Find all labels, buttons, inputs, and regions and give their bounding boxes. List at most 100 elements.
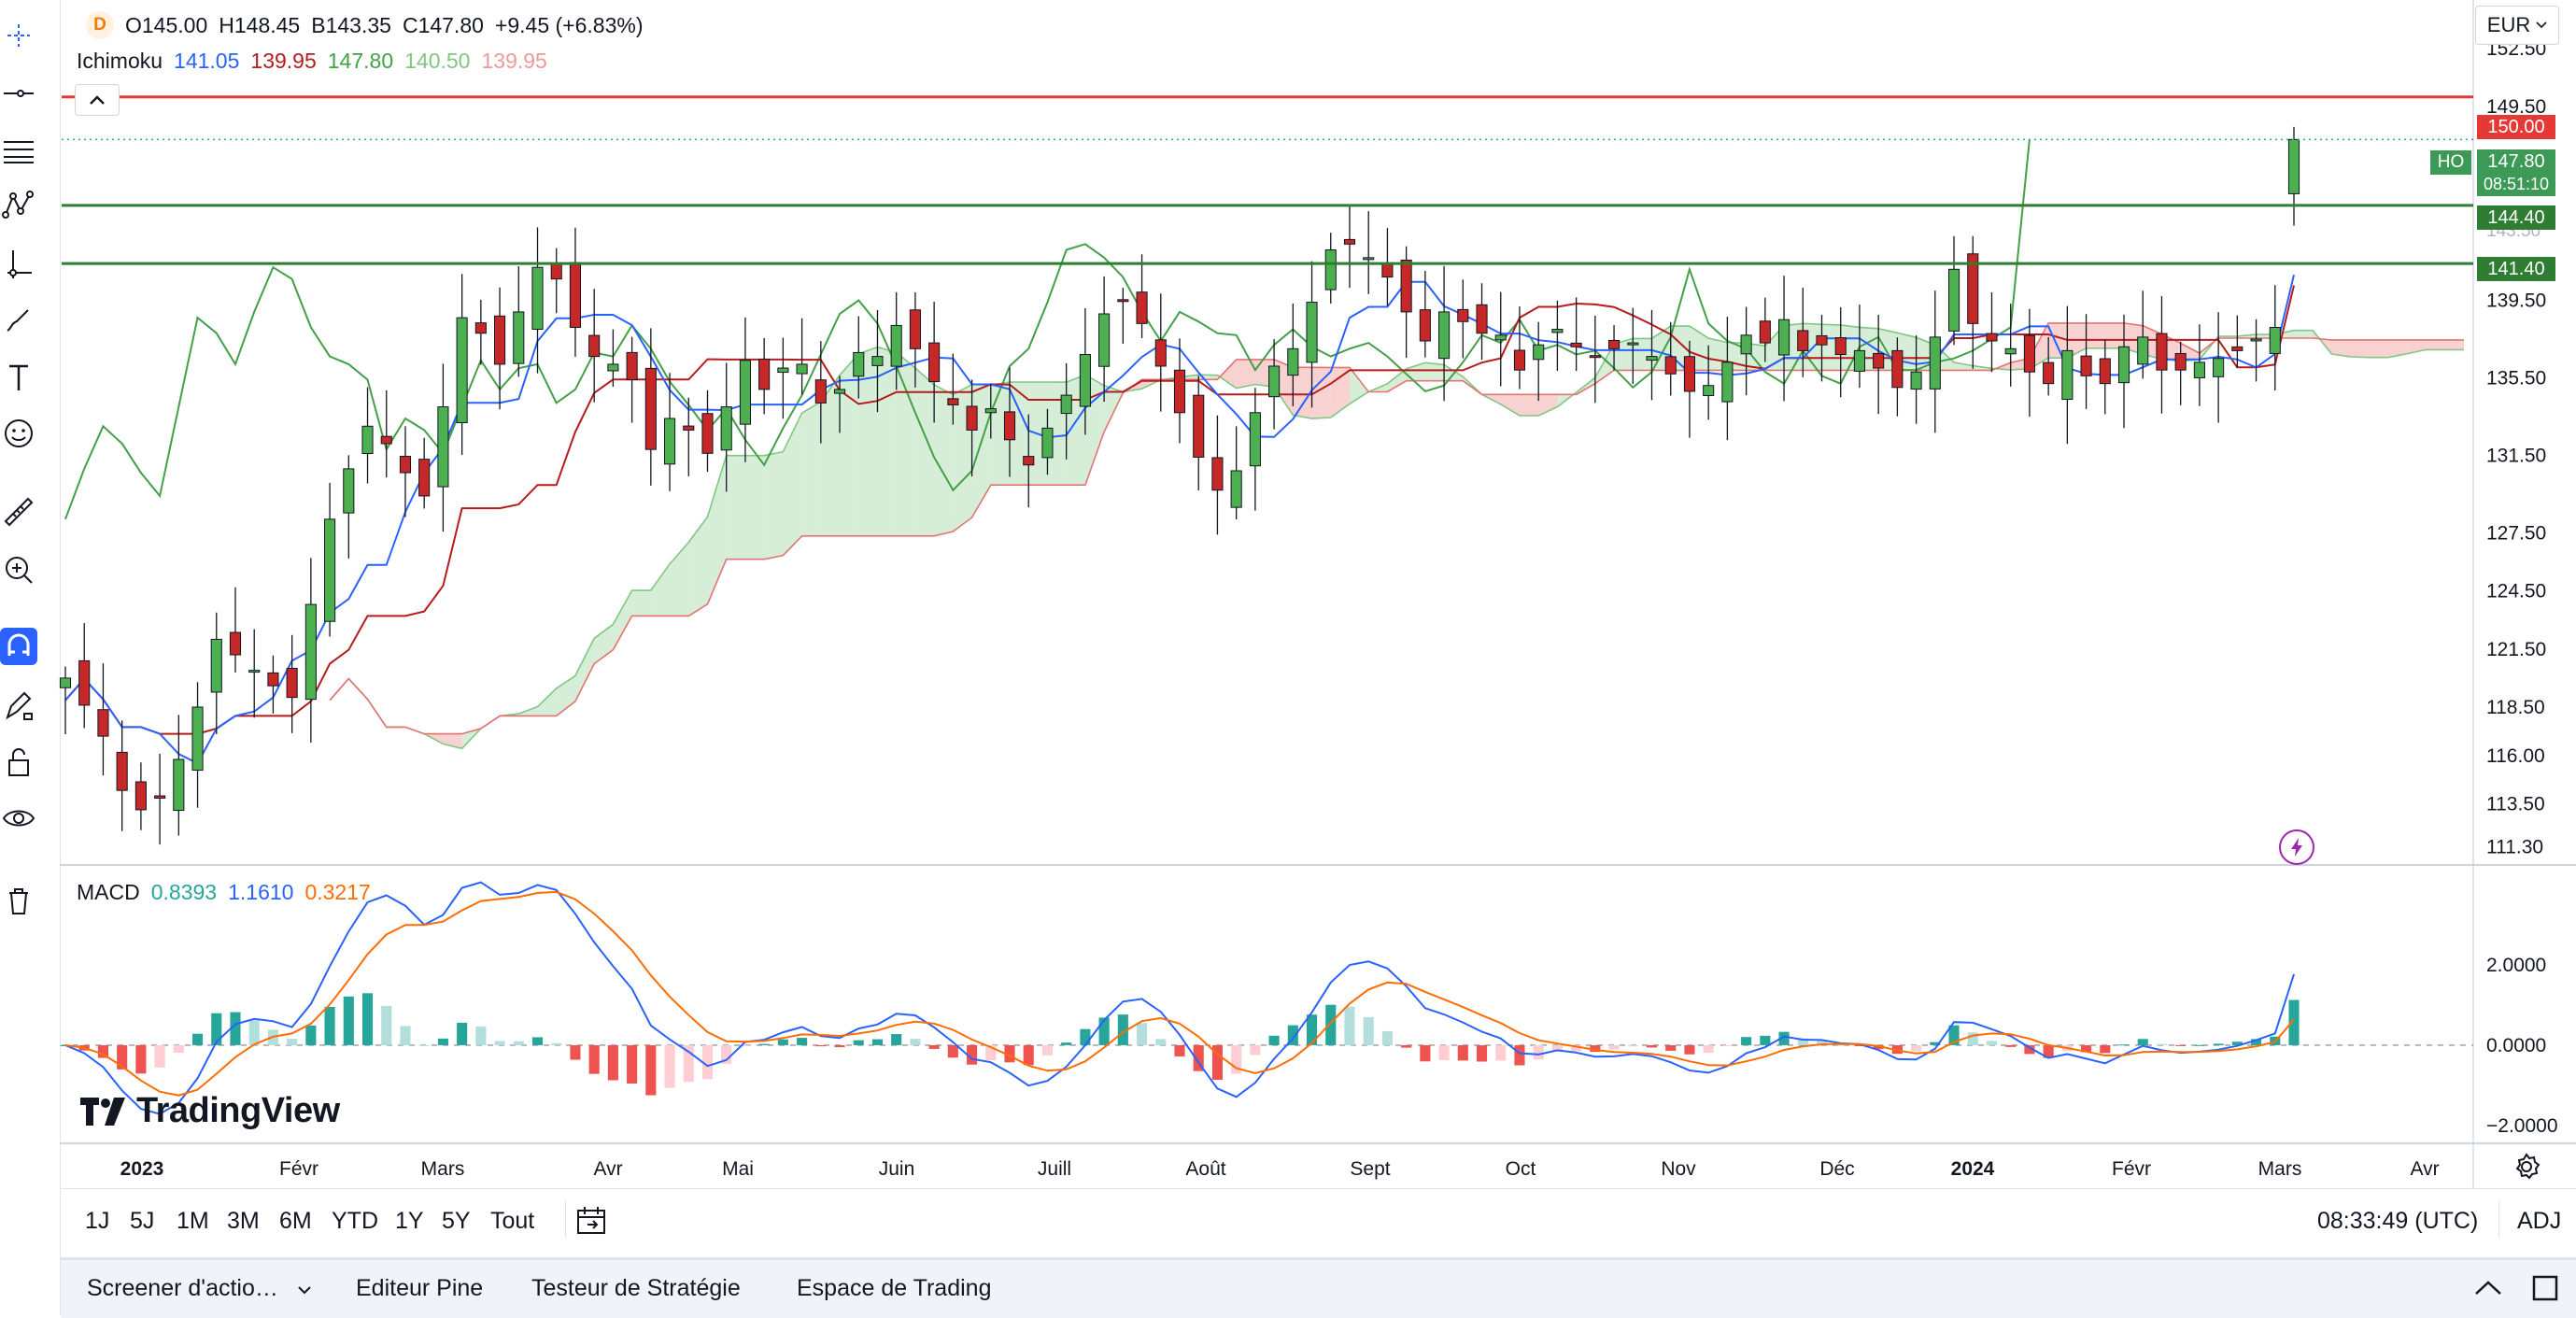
candlesticks	[59, 126, 2300, 845]
adj-button[interactable]: ADJ	[2517, 1208, 2561, 1235]
price-tick-label: 118.50	[2486, 697, 2545, 718]
macd-histogram-bar	[1684, 1044, 1695, 1055]
range-1y-button[interactable]: 1Y	[395, 1208, 424, 1235]
horizontal-levels[interactable]	[62, 95, 2473, 265]
candle-up	[1721, 361, 1734, 403]
candle-down	[1589, 355, 1601, 359]
range-6m-button[interactable]: 6M	[279, 1208, 312, 1235]
candle-down	[626, 351, 638, 381]
ichimoku-lines	[64, 139, 2464, 765]
candle-up	[833, 389, 846, 394]
candle-down	[116, 751, 128, 791]
candle-up	[1438, 311, 1451, 360]
candle-up	[1853, 349, 1865, 372]
candle-down	[1381, 263, 1394, 278]
candle-down	[1173, 369, 1186, 414]
candle-up	[1041, 427, 1054, 459]
macd-histogram-bar	[400, 1026, 411, 1045]
flash-icon[interactable]	[2279, 829, 2314, 865]
macd-histogram-bar	[1250, 1044, 1261, 1056]
range-1m-button[interactable]: 1M	[177, 1208, 209, 1235]
low-value: 143.35	[325, 12, 391, 37]
time-tick-label: Juin	[879, 1158, 915, 1180]
candle-up	[59, 677, 72, 688]
candle-down	[2231, 346, 2243, 351]
macd-histogram-bar	[777, 1039, 788, 1045]
candle-up	[1494, 334, 1507, 341]
macd-histogram-bar	[1174, 1044, 1185, 1056]
range-5d-button[interactable]: 5J	[130, 1208, 154, 1235]
resistance-price-tag[interactable]: 150.00	[2477, 115, 2555, 139]
chevron-up-icon[interactable]	[2472, 1275, 2504, 1301]
price-tick-label: 124.50	[2486, 581, 2546, 602]
range-all-button[interactable]: Tout	[490, 1208, 534, 1235]
candle-down	[418, 459, 431, 497]
candle-down	[1608, 339, 1621, 349]
price-tick-label: 116.00	[2486, 745, 2545, 767]
cloud-segment	[1217, 359, 1237, 389]
cloud-segment	[2086, 322, 2105, 348]
candle-up	[248, 670, 261, 673]
currency-select[interactable]: EUR	[2475, 6, 2559, 45]
tab-trading-panel[interactable]: Espace de Trading	[797, 1275, 991, 1302]
macd-histogram-bar	[834, 1044, 845, 1048]
macd-histogram-bar	[1363, 1016, 1374, 1045]
macd-histogram-bar	[173, 1044, 184, 1053]
macd-histogram-bar	[1627, 1044, 1638, 1047]
range-5y-button[interactable]: 5Y	[442, 1208, 471, 1235]
tab-strategy-tester[interactable]: Testeur de Stratégie	[531, 1275, 741, 1302]
tab-screener[interactable]: Screener d'actio…	[87, 1275, 311, 1302]
candle-down	[474, 322, 487, 334]
range-1d-button[interactable]: 1J	[85, 1208, 109, 1235]
price-tick-label: 127.50	[2486, 522, 2546, 544]
candle-down	[1419, 309, 1431, 342]
macd-histogram-bar	[891, 1034, 902, 1045]
support1-price-tag[interactable]: 144.40	[2477, 205, 2555, 230]
cloud-segment	[801, 401, 821, 536]
range-ytd-button[interactable]: YTD	[332, 1208, 378, 1235]
symbol-badge[interactable]: D	[86, 11, 114, 39]
macd-label: MACD	[77, 880, 140, 904]
maximize-panel-icon[interactable]	[2530, 1273, 2560, 1303]
macd-histogram-bar	[1703, 1044, 1714, 1054]
tab-pine-editor[interactable]: Editeur Pine	[356, 1275, 483, 1302]
price-chart[interactable]: 152.50149.50143.50139.50135.50131.50127.…	[0, 0, 2576, 1188]
time-tick-label: Sept	[1350, 1158, 1390, 1180]
date-range-icon[interactable]	[573, 1202, 610, 1240]
macd-histogram-bar	[2005, 1044, 2017, 1047]
clock-display[interactable]: 08:33:49 (UTC)	[2317, 1208, 2478, 1235]
macd-histogram-bar	[437, 1038, 448, 1045]
collapse-legend-button[interactable]	[75, 84, 120, 116]
macd-histogram-bar	[305, 1025, 317, 1045]
candle-up	[1533, 344, 1545, 361]
candle-up	[1929, 336, 1941, 390]
macd-histogram-bar	[324, 1006, 335, 1045]
candle-down	[2099, 358, 2111, 385]
candle-up	[1324, 249, 1337, 291]
candle-down	[947, 398, 959, 405]
candle-up	[1646, 356, 1658, 361]
candle-down	[380, 435, 392, 445]
macd-histogram-bar	[211, 1013, 222, 1045]
ho-badge[interactable]: HO	[2430, 150, 2471, 175]
macd-pane	[60, 881, 2473, 1115]
macd-histogram-bar	[853, 1040, 864, 1045]
macd-histogram-bar	[1401, 1044, 1412, 1048]
ohlc-legend: D O145.00 H148.45 B143.35 C147.80 +9.45 …	[86, 11, 643, 39]
settings-gear-icon[interactable]	[2511, 1151, 2542, 1183]
macd-histogram-bar	[1986, 1041, 1998, 1045]
bottom-panel-tabs: Screener d'actio… Editeur Pine Testeur d…	[61, 1257, 2576, 1318]
range-3m-button[interactable]: 3M	[227, 1208, 260, 1235]
macd-histogram-bar	[513, 1041, 524, 1045]
macd-histogram-bar	[2175, 1044, 2187, 1046]
macd-histogram-bar	[343, 996, 354, 1045]
macd-histogram-bar	[2118, 1044, 2130, 1046]
candle-down	[1834, 337, 1847, 356]
candle-up	[871, 356, 884, 366]
macd-legend[interactable]: MACD 0.8393 1.1610 0.3217	[77, 880, 371, 905]
candle-up	[2061, 349, 2074, 401]
range-divider	[565, 1200, 566, 1238]
support2-price-tag[interactable]: 141.40	[2477, 257, 2555, 281]
ichimoku-legend[interactable]: Ichimoku 141.05 139.95 147.80 140.50 139…	[77, 49, 547, 74]
candle-up	[1703, 385, 1715, 396]
